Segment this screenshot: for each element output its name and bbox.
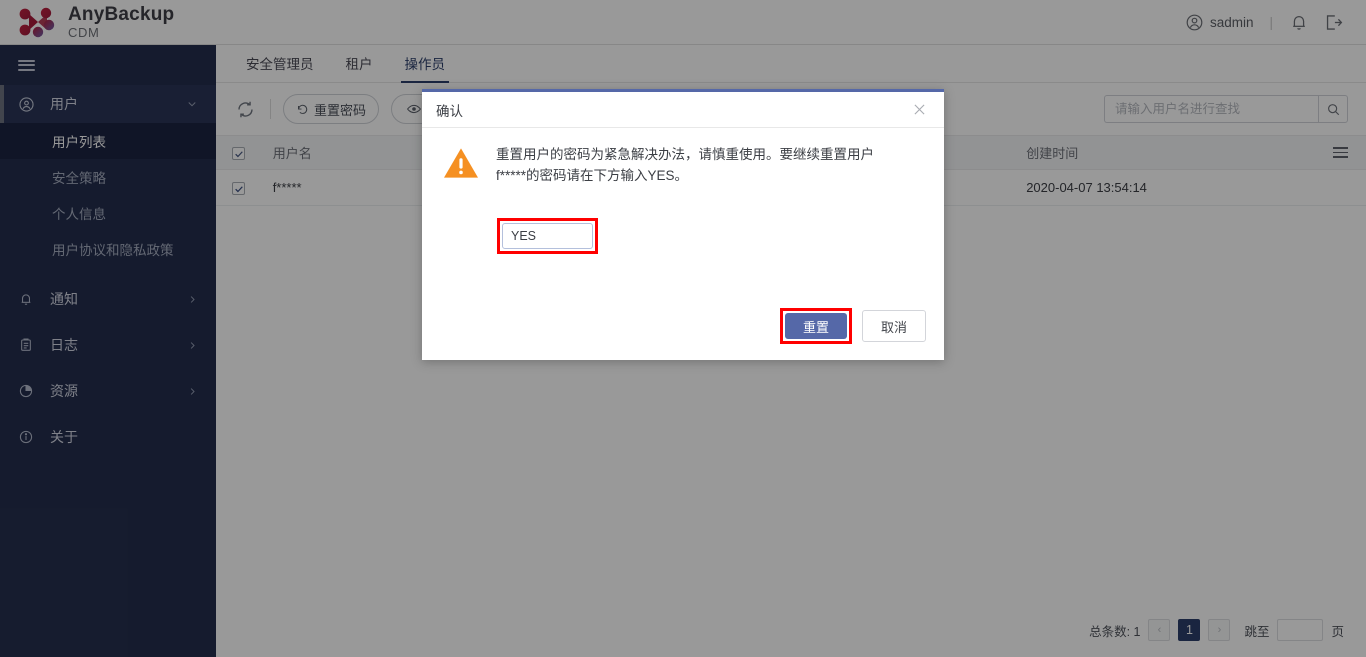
confirm-button-highlight: 重置	[780, 308, 852, 344]
app-root: AnyBackup CDM sadmin | 用户 用户列表 安全策略 个人信息…	[0, 0, 1366, 657]
confirm-text-input[interactable]	[502, 223, 593, 249]
confirm-dialog: 确认 重置用户的密码为紧急解决办法，请慎重使用。要继续重置用户f*****的密码…	[422, 89, 944, 360]
dialog-footer: 重置 取消	[422, 308, 944, 360]
close-icon	[913, 104, 925, 115]
warning-row: 重置用户的密码为紧急解决办法，请慎重使用。要继续重置用户f*****的密码请在下…	[442, 144, 924, 186]
dialog-message: 重置用户的密码为紧急解决办法，请慎重使用。要继续重置用户f*****的密码请在下…	[496, 147, 874, 183]
dialog-title: 确认	[436, 103, 463, 119]
dialog-body: 重置用户的密码为紧急解决办法，请慎重使用。要继续重置用户f*****的密码请在下…	[422, 128, 944, 308]
cancel-button[interactable]: 取消	[862, 310, 926, 342]
confirm-reset-button[interactable]: 重置	[785, 313, 847, 339]
close-dialog-button[interactable]	[908, 99, 930, 121]
warning-triangle-icon	[442, 146, 480, 185]
dialog-header: 确认	[422, 92, 944, 128]
confirm-input-highlight	[497, 218, 598, 254]
